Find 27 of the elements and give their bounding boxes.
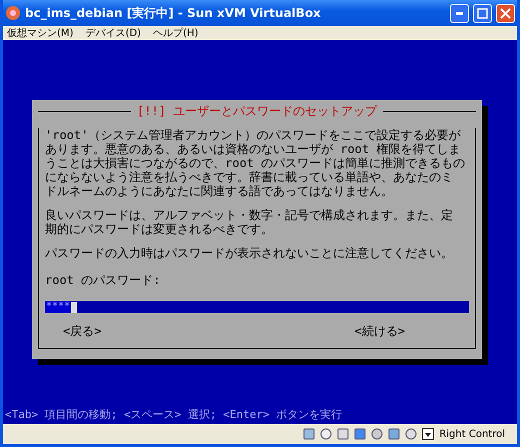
text-line: ドルネームのようにあなたに関連する語であってはなりません。: [45, 184, 393, 198]
password-field[interactable]: ****: [45, 301, 469, 313]
text-line: あります。悪意のある、あるいは資格のないユーザが root 権限を得てしま: [45, 142, 460, 156]
text-line: パスワードの入力時はパスワードが表示されないことに注意してください。: [45, 246, 453, 260]
text-line: 期的にパスワードは変更されるべきです。: [45, 222, 273, 236]
window-title: bc_ims_debian [実行中] - Sun xVM VirtualBox: [25, 4, 322, 22]
text-line: 'root'（システム管理者アカウント）のパスワードをここで設定する必要が: [45, 128, 460, 142]
app-icon: [5, 5, 21, 21]
menu-item[interactable]: デバイス(D): [85, 26, 141, 40]
maximize-icon: [477, 8, 488, 18]
text-line: 良いパスワードは、アルファベット・数字・記号で構成されます。また、定: [45, 208, 453, 222]
menu-item[interactable]: 仮想マシン(M): [7, 26, 74, 40]
help-line: <Tab> 項目間の移動; <スペース> 選択; <Enter> ボタンを実行: [4, 407, 344, 423]
close-icon: [500, 8, 511, 18]
continue-button[interactable]: <続ける>: [354, 323, 405, 340]
host-key-label: Right Control: [439, 428, 505, 440]
text-line: にならないよう注意を払うべきです。辞書に載っている単語や、あなたのミ: [45, 170, 453, 184]
back-button[interactable]: <戻る>: [63, 323, 102, 340]
keyboard-capture-icon[interactable]: [422, 428, 434, 440]
minimize-button[interactable]: [450, 4, 469, 22]
minimize-icon: [456, 12, 463, 14]
close-button[interactable]: [496, 4, 515, 22]
text-line: うことは大損害につながるので、root のパスワードは簡単に推測できるもの: [45, 156, 466, 170]
maximize-button[interactable]: [473, 4, 492, 22]
field-label: root のパスワード:: [45, 272, 162, 289]
menu-item[interactable]: ヘルプ(H): [152, 26, 198, 40]
dialog-title: [!!] ユーザーとパスワードのセットアップ: [136, 104, 378, 118]
